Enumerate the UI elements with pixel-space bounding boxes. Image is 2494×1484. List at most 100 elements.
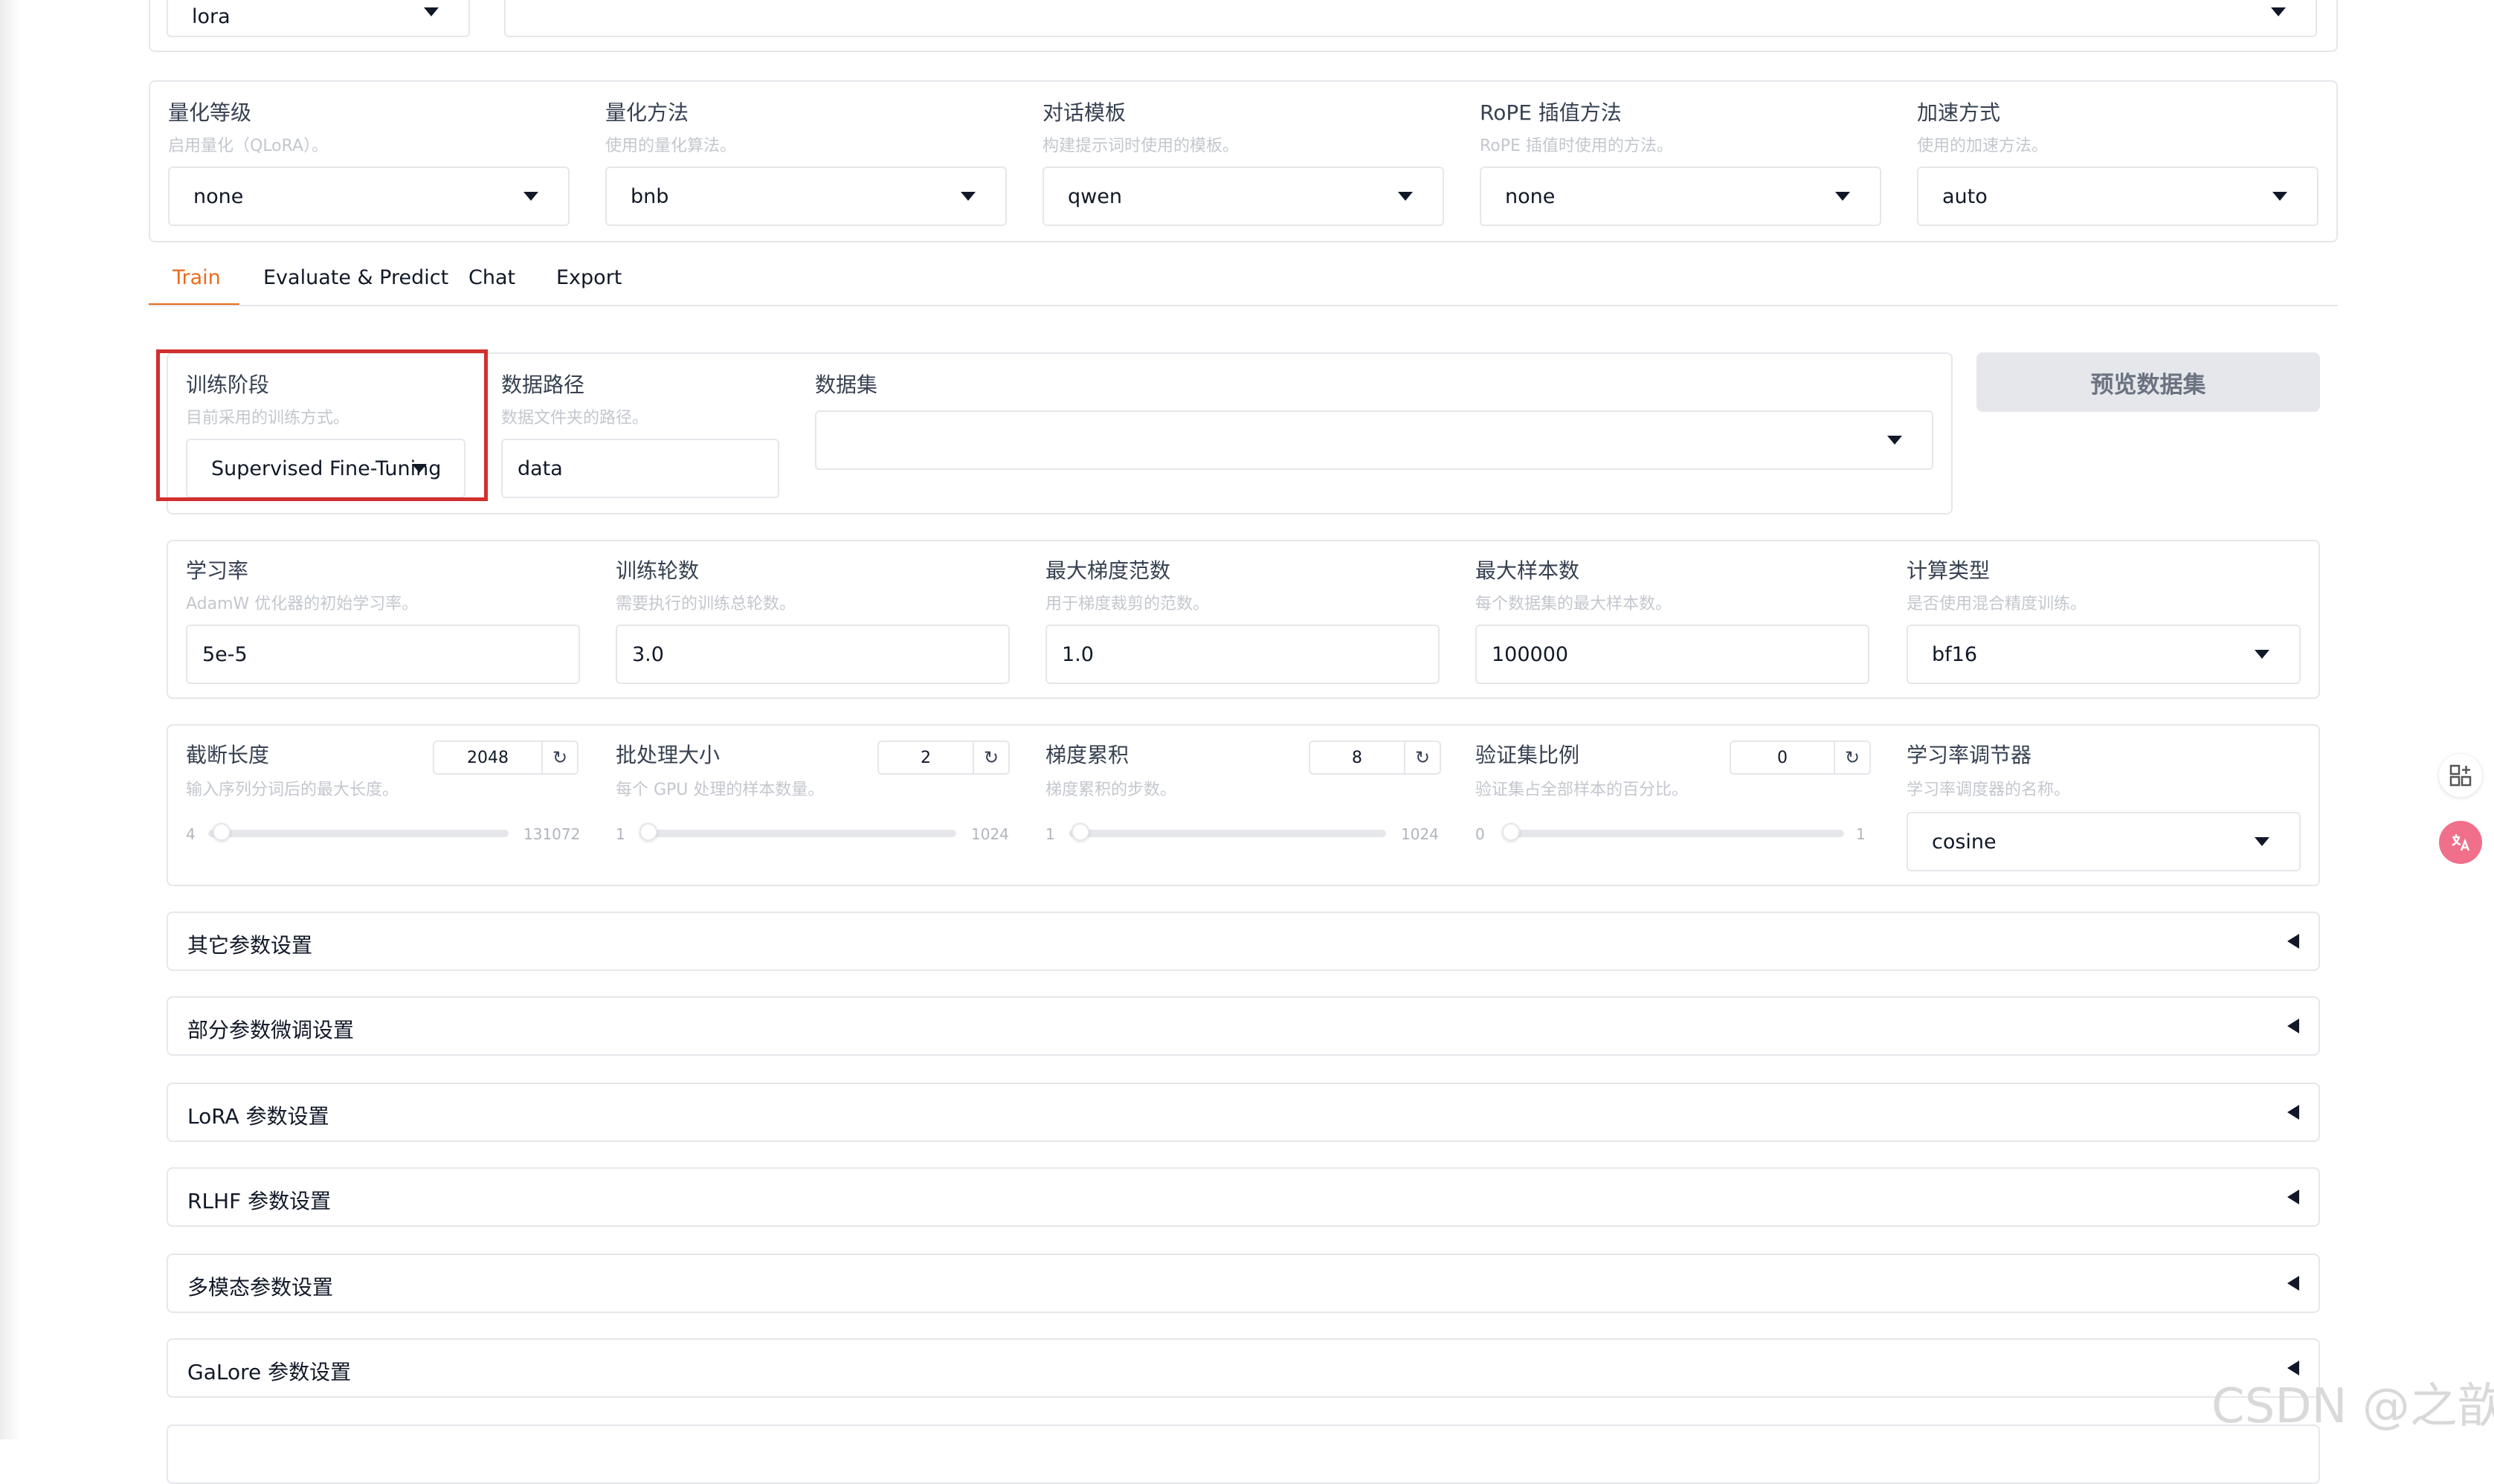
compute-type-value: bf16 — [1932, 642, 1978, 666]
max-grad-norm-label: 最大梯度范数 — [1045, 558, 1171, 583]
compute-type-hint: 是否使用混合精度训练。 — [1907, 595, 2087, 613]
tab-chat[interactable]: Chat — [468, 266, 515, 289]
compute-type-select[interactable]: bf16 — [1907, 625, 2301, 684]
cutoff-len-max: 131072 — [523, 825, 581, 843]
batch-size-value: 2 — [921, 748, 931, 767]
chevron-down-icon — [523, 192, 538, 201]
val-size-max: 1 — [1856, 825, 1866, 843]
watermark: CSDN @之歆 — [2211, 1379, 2494, 1434]
accordion-title: GaLore 参数设置 — [187, 1360, 352, 1384]
accordion-freeze-settings[interactable]: 部分参数微调设置 — [167, 996, 2320, 1056]
quant-bit-select[interactable]: none — [168, 167, 570, 226]
template-label: 对话模板 — [1043, 100, 1127, 125]
collapse-arrow-icon — [2287, 1105, 2299, 1120]
batch-size-slider[interactable] — [639, 823, 956, 841]
reset-icon[interactable]: ↻ — [1834, 742, 1869, 773]
rope-scaling-select[interactable]: none — [1480, 167, 1881, 226]
val-size-label: 验证集比例 — [1475, 743, 1580, 767]
learning-rate-label: 学习率 — [186, 558, 249, 583]
cutoff-len-slider[interactable] — [208, 823, 509, 841]
tabs-divider — [149, 305, 2338, 306]
quant-method-value: bnb — [631, 184, 669, 208]
quant-method-hint: 使用的量化算法。 — [605, 137, 737, 155]
top-row-panel — [149, 0, 2338, 52]
chevron-down-icon — [961, 192, 976, 201]
accordion-rlhf-settings[interactable]: RLHF 参数设置 — [167, 1167, 2320, 1227]
translate-icon[interactable] — [2439, 821, 2482, 864]
val-size-hint: 验证集占全部样本的百分比。 — [1475, 781, 1689, 799]
batch-size-hint: 每个 GPU 处理的样本数量。 — [616, 781, 825, 799]
learning-rate-input[interactable]: 5e-5 — [186, 625, 580, 684]
dataset-select[interactable] — [815, 410, 1933, 470]
cutoff-len-number[interactable]: 2048 ↻ — [433, 741, 579, 775]
tab-train[interactable]: Train — [173, 266, 221, 289]
cutoff-len-label: 截断长度 — [186, 743, 270, 767]
cutoff-len-min: 4 — [186, 825, 196, 843]
chevron-down-icon — [1835, 192, 1850, 201]
accordion-title: 多模态参数设置 — [187, 1275, 334, 1300]
booster-select[interactable]: auto — [1917, 167, 2319, 226]
reset-icon[interactable]: ↻ — [1404, 742, 1440, 773]
lr-scheduler-hint: 学习率调度器的名称。 — [1907, 781, 2071, 799]
cutoff-len-slider-thumb[interactable] — [213, 823, 231, 841]
grad-accum-slider[interactable] — [1069, 823, 1386, 841]
apps-icon[interactable] — [2439, 754, 2482, 797]
accordion-galore-settings[interactable]: GaLore 参数设置 — [167, 1338, 2320, 1398]
dataset-label: 数据集 — [815, 372, 878, 397]
accordion-title: 部分参数微调设置 — [187, 1018, 355, 1042]
lr-scheduler-value: cosine — [1932, 830, 1997, 854]
accordion-title: RLHF 参数设置 — [187, 1189, 332, 1213]
preview-dataset-button[interactable]: 预览数据集 — [1976, 352, 2320, 412]
val-size-number[interactable]: 0 ↻ — [1730, 741, 1871, 775]
accordion-lora-settings[interactable]: LoRA 参数设置 — [167, 1083, 2320, 1142]
cutoff-len-value: 2048 — [467, 748, 509, 767]
chevron-down-icon — [2255, 650, 2269, 659]
batch-size-max: 1024 — [971, 825, 1009, 843]
tab-export[interactable]: Export — [556, 266, 622, 289]
grad-accum-number[interactable]: 8 ↻ — [1309, 741, 1441, 775]
chevron-down-icon — [1887, 436, 1902, 445]
batch-size-number[interactable]: 2 ↻ — [877, 741, 1010, 775]
booster-label: 加速方式 — [1917, 100, 2001, 125]
dataset-dir-value: data — [518, 457, 563, 480]
booster-value: auto — [1942, 184, 1988, 208]
template-select[interactable]: qwen — [1043, 167, 1444, 226]
learning-rate-hint: AdamW 优化器的初始学习率。 — [186, 595, 419, 613]
val-size-slider-thumb[interactable] — [1502, 823, 1520, 841]
val-size-value: 0 — [1777, 748, 1788, 767]
chevron-down-icon — [2272, 192, 2287, 201]
left-edge-shade — [0, 0, 21, 1439]
tab-evaluate-predict[interactable]: Evaluate & Predict — [263, 266, 448, 289]
quant-method-select[interactable]: bnb — [605, 167, 1007, 226]
cutoff-len-hint: 输入序列分词后的最大长度。 — [186, 781, 399, 799]
collapse-arrow-icon — [2287, 1276, 2299, 1291]
accordion-next[interactable] — [167, 1425, 2320, 1484]
max-samples-label: 最大样本数 — [1475, 558, 1580, 583]
max-samples-input[interactable]: 100000 — [1475, 625, 1869, 684]
grad-accum-value: 8 — [1352, 748, 1362, 767]
grad-accum-slider-thumb[interactable] — [1071, 823, 1089, 841]
reset-icon[interactable]: ↻ — [541, 742, 577, 773]
grad-accum-max: 1024 — [1401, 825, 1439, 843]
rope-scaling-hint: RoPE 插值时使用的方法。 — [1480, 137, 1673, 155]
collapse-arrow-icon — [2287, 934, 2299, 949]
max-grad-norm-input[interactable]: 1.0 — [1045, 625, 1440, 684]
val-size-slider[interactable] — [1502, 823, 1844, 841]
quant-method-label: 量化方法 — [605, 100, 689, 125]
reset-icon[interactable]: ↻ — [973, 742, 1008, 773]
lr-scheduler-select[interactable]: cosine — [1907, 812, 2301, 871]
max-samples-hint: 每个数据集的最大样本数。 — [1475, 595, 1672, 613]
rope-scaling-label: RoPE 插值方法 — [1480, 100, 1622, 125]
accordion-multimodal-settings[interactable]: 多模态参数设置 — [167, 1254, 2320, 1313]
epochs-input[interactable]: 3.0 — [616, 625, 1010, 684]
dataset-dir-input[interactable]: data — [501, 439, 779, 498]
val-size-min: 0 — [1475, 825, 1485, 843]
booster-hint: 使用的加速方法。 — [1917, 137, 2049, 155]
epochs-label: 训练轮数 — [616, 558, 700, 583]
template-value: qwen — [1068, 184, 1122, 208]
quant-bit-value: none — [193, 184, 244, 208]
compute-type-label: 计算类型 — [1907, 558, 1991, 583]
quant-bit-hint: 启用量化（QLoRA）。 — [168, 137, 329, 155]
accordion-other-settings[interactable]: 其它参数设置 — [167, 912, 2320, 971]
rope-scaling-value: none — [1505, 184, 1556, 208]
